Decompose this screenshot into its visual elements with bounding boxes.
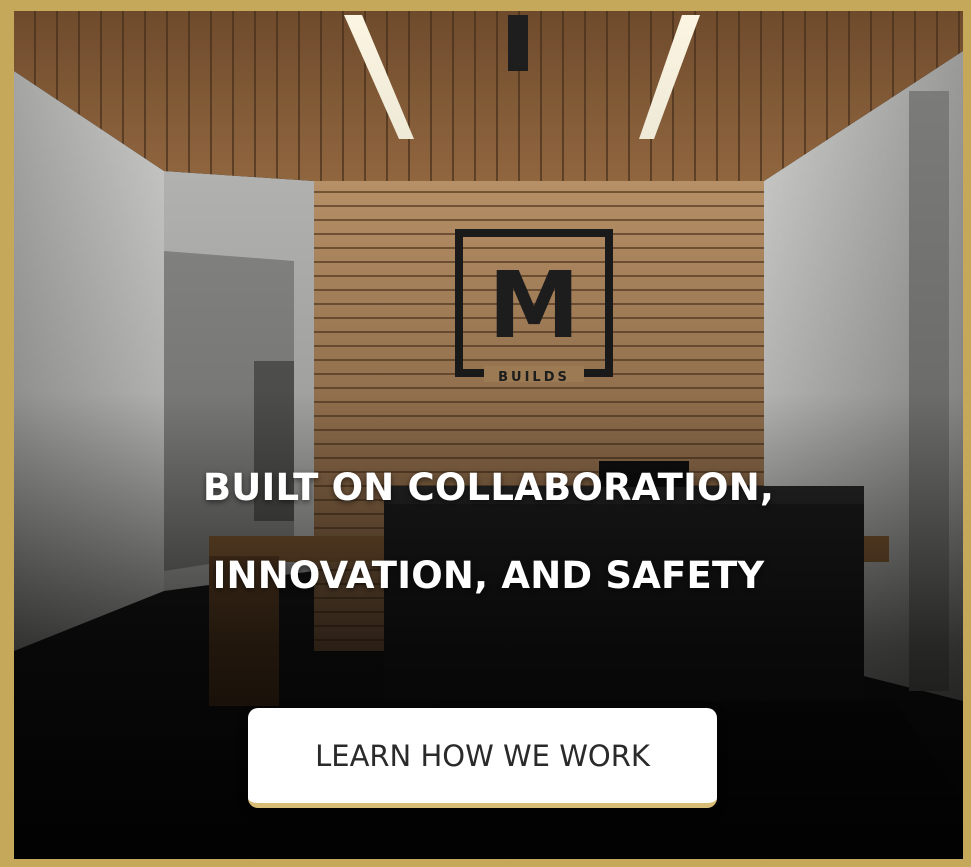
hero-headline-line2: INNOVATION, AND SAFETY — [212, 554, 765, 597]
hero-frame: M BUILDS BUILT ON COLLABORATION, INNOVAT… — [0, 0, 971, 867]
logo-text: M BUILDS — [488, 252, 580, 385]
learn-how-we-work-button[interactable]: LEARN HOW WE WORK — [248, 708, 717, 808]
logo-word: BUILDS — [498, 370, 570, 385]
logo-letter: M — [488, 252, 580, 359]
hero-banner: M BUILDS BUILT ON COLLABORATION, INNOVAT… — [14, 11, 963, 859]
hero-headline-line1: BUILT ON COLLABORATION, — [202, 466, 775, 509]
